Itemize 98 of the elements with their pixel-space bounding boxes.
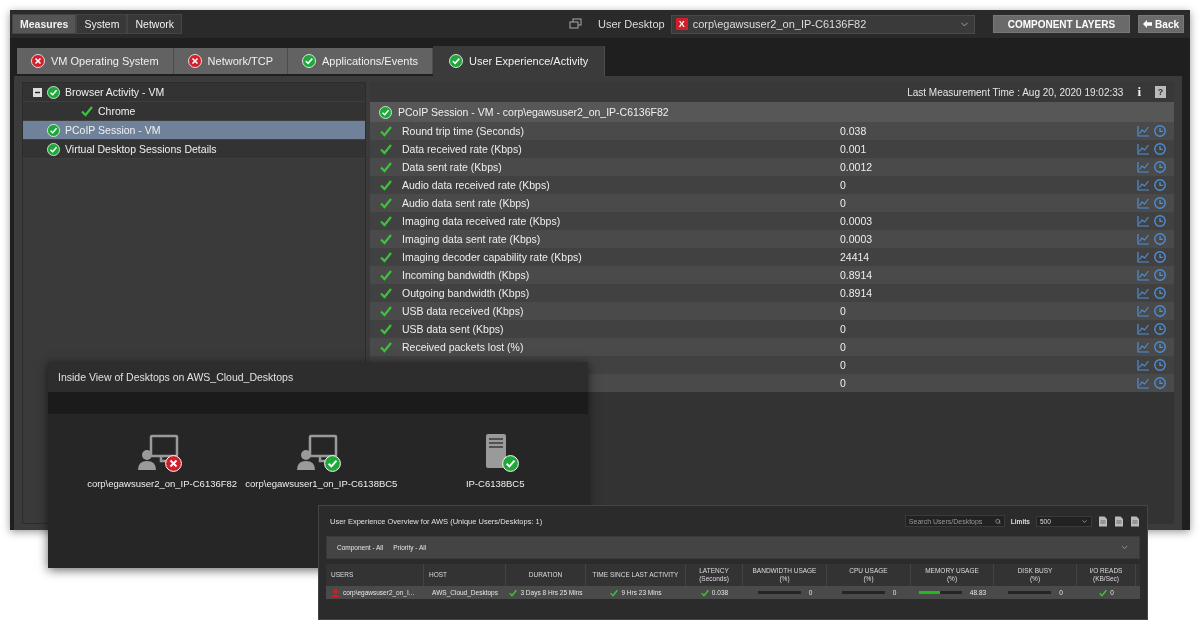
clock-icon[interactable]: [1154, 269, 1166, 281]
field-label: User Desktop: [598, 18, 665, 30]
measure-value: 0: [840, 197, 846, 209]
measure-value: 0.0003: [840, 215, 873, 227]
measure-value: 0.001: [840, 143, 867, 155]
line-chart-icon[interactable]: [1137, 377, 1150, 389]
line-chart-icon[interactable]: [1137, 287, 1150, 299]
user-desktop-icon[interactable]: [137, 434, 180, 470]
tree-item[interactable]: Chrome: [23, 102, 365, 121]
tree-label: PCoIP Session - VM: [65, 124, 161, 136]
chevron-down-icon: [1081, 517, 1088, 525]
clock-icon[interactable]: [1154, 125, 1166, 137]
clock-icon[interactable]: [1154, 197, 1166, 209]
measure-value: 0: [840, 341, 846, 353]
desktop-select[interactable]: X corp\egawsuser2_on_IP-C6136F82: [670, 14, 975, 34]
desktop-label: corp\egawsuser1_on_IP-C6138BC5: [245, 478, 398, 489]
document-icon[interactable]: [1098, 515, 1108, 527]
back-button[interactable]: Back: [1138, 15, 1184, 33]
measure-value: 0.8914: [840, 287, 873, 299]
measure-name: Imaging data sent rate (Kbps): [401, 233, 542, 245]
line-chart-icon[interactable]: [1137, 143, 1150, 155]
windows-icon[interactable]: [569, 18, 583, 30]
x-badge: X: [675, 18, 688, 30]
line-chart-icon[interactable]: [1137, 179, 1150, 191]
help-button[interactable]: ?: [1155, 86, 1166, 98]
measure-value: 0: [840, 377, 846, 389]
measure-name: Received packets lost (%): [401, 341, 525, 353]
measure-value: 0.0012: [840, 161, 873, 173]
layer-tab[interactable]: Applications/Events: [288, 48, 433, 74]
measure-name: Data received rate (Kbps): [401, 143, 523, 155]
last-measurement-time: Last Measurement Time : Aug 20, 2020 19:02:33: [907, 86, 1124, 98]
line-chart-icon[interactable]: [1137, 197, 1150, 209]
clock-icon[interactable]: [1154, 143, 1166, 155]
clock-icon[interactable]: [1154, 341, 1166, 353]
clock-icon[interactable]: [1154, 359, 1166, 371]
clock-icon[interactable]: [1154, 179, 1166, 191]
measure-value: 0.8914: [840, 269, 873, 281]
chevron-down-icon[interactable]: [1120, 543, 1129, 552]
layer-tab[interactable]: VM Operating System: [17, 48, 174, 74]
clock-icon[interactable]: [1154, 161, 1166, 173]
measure-value: 0.0003: [840, 233, 873, 245]
measure-name: Imaging data received rate (Kbps): [401, 215, 562, 227]
layer-tab[interactable]: Network/TCP: [173, 48, 288, 74]
back-arrow-icon: [1143, 20, 1153, 28]
search-icon: [994, 517, 1001, 525]
measure-name: USB data received (Kbps): [401, 305, 525, 317]
top-tab[interactable]: System: [76, 14, 128, 34]
measure-name: Outgoing bandwidth (Kbps): [401, 287, 531, 299]
tree-item[interactable]: Virtual Desktop Sessions Details: [23, 140, 365, 159]
measure-value: 0: [840, 305, 846, 317]
line-chart-icon[interactable]: [1137, 251, 1150, 263]
measure-name: USB data sent (Kbps): [401, 323, 505, 335]
line-chart-icon[interactable]: [1137, 125, 1150, 137]
measure-name: Incoming bandwidth (Kbps): [401, 269, 531, 281]
measure-value: 0: [840, 359, 846, 371]
document-icon[interactable]: [1114, 515, 1124, 527]
measure-value: 0: [840, 179, 846, 191]
clock-icon[interactable]: [1154, 215, 1166, 227]
section-title: PCoIP Session - VM - corp\egawsuser2_on_IP-C6136F82: [398, 106, 669, 118]
tree-label: Virtual Desktop Sessions Details: [65, 143, 217, 155]
desktop-label: IP-C6138BC5: [465, 478, 525, 489]
line-chart-icon[interactable]: [1137, 305, 1150, 317]
measure-value: 0.038: [840, 125, 867, 137]
window-title: Inside View of Desktops on AWS_Cloud_Desktops: [58, 371, 294, 383]
select-value: corp\egawsuser2_on_IP-C6136F82: [692, 18, 868, 30]
component-layers-button[interactable]: COMPONENT LAYERS: [992, 15, 1131, 33]
line-chart-icon[interactable]: [1137, 323, 1150, 335]
clock-icon[interactable]: [1154, 251, 1166, 263]
measure-value: 0: [840, 323, 846, 335]
tree-label: Chrome: [98, 105, 136, 117]
line-chart-icon[interactable]: [1137, 233, 1150, 245]
top-tab[interactable]: Measures: [12, 14, 77, 34]
measure-name: Audio data sent rate (Kbps): [401, 197, 531, 209]
top-tab[interactable]: Network: [127, 14, 182, 34]
measure-name: Data sent rate (Kbps): [401, 161, 503, 173]
tree-item[interactable]: PCoIP Session - VM: [23, 121, 365, 140]
info-button[interactable]: i: [1133, 84, 1145, 100]
measure-name: Imaging decoder capability rate (Kbps): [401, 251, 583, 263]
tree-item[interactable]: Browser Activity - VM: [23, 83, 365, 102]
line-chart-icon[interactable]: [1137, 341, 1150, 353]
measure-name: Audio data received rate (Kbps): [401, 179, 551, 191]
tree-label: Browser Activity - VM: [65, 86, 165, 98]
clock-icon[interactable]: [1154, 305, 1166, 317]
measure-name: Round trip time (Seconds): [401, 125, 525, 137]
clock-icon[interactable]: [1154, 287, 1166, 299]
clock-icon[interactable]: [1154, 233, 1166, 245]
measure-value: 24414: [840, 251, 870, 263]
user-desktop-icon[interactable]: [296, 434, 339, 470]
collapse-icon[interactable]: [33, 87, 42, 97]
line-chart-icon[interactable]: [1137, 161, 1150, 173]
clock-icon[interactable]: [1154, 323, 1166, 335]
line-chart-icon[interactable]: [1137, 269, 1150, 281]
desktop-label: corp\egawsuser2_on_IP-C6136F82: [87, 478, 238, 489]
document-icon[interactable]: [1130, 515, 1140, 527]
line-chart-icon[interactable]: [1137, 215, 1150, 227]
line-chart-icon[interactable]: [1137, 359, 1150, 371]
layer-tab[interactable]: User Experience/Activity: [433, 46, 606, 76]
clock-icon[interactable]: [1154, 377, 1166, 389]
